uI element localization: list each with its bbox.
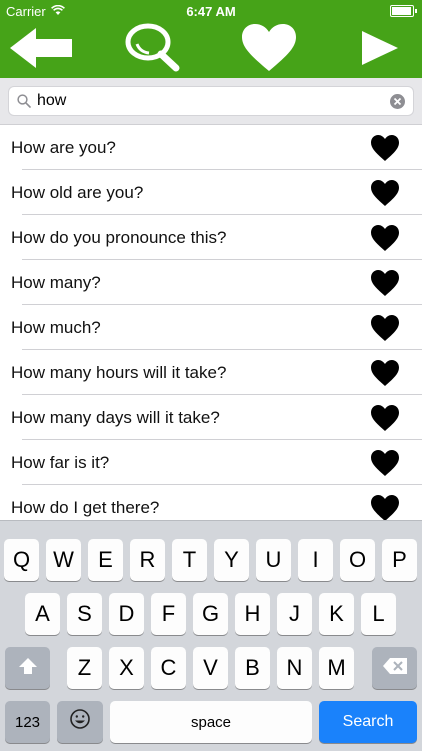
search-field (8, 86, 414, 116)
key-s[interactable]: S (67, 593, 102, 635)
heart-icon[interactable] (370, 179, 400, 212)
emoji-icon (69, 708, 91, 736)
key-u[interactable]: U (256, 539, 291, 581)
heart-icon[interactable] (370, 224, 400, 257)
key-v[interactable]: V (193, 647, 228, 689)
phrase-row[interactable]: How much? (0, 305, 422, 350)
key-x[interactable]: X (109, 647, 144, 689)
phrase-row[interactable]: How many? (0, 260, 422, 305)
key-l[interactable]: L (361, 593, 396, 635)
status-time: 6:47 AM (186, 4, 236, 19)
phrase-text: How much? (11, 318, 101, 337)
shift-icon (18, 655, 38, 681)
phrase-text: How many? (11, 273, 101, 292)
search-mode-button[interactable] (118, 22, 188, 78)
battery-level-fill (392, 7, 411, 15)
key-z[interactable]: Z (67, 647, 102, 689)
phrase-row[interactable]: How old are you? (0, 170, 422, 215)
key-d[interactable]: D (109, 593, 144, 635)
key-w[interactable]: W (46, 539, 81, 581)
shift-key[interactable] (5, 647, 50, 689)
search-key[interactable]: Search (319, 701, 417, 743)
back-button[interactable] (6, 22, 76, 78)
search-icon (17, 94, 31, 113)
heart-icon[interactable] (370, 134, 400, 167)
key-a[interactable]: A (25, 593, 60, 635)
status-bar: Carrier 6:47 AM (0, 0, 422, 22)
phrase-row[interactable]: How do I get there? (0, 485, 422, 520)
heart-icon[interactable] (370, 269, 400, 302)
search-bar (0, 78, 422, 125)
phrase-text: How do you pronounce this? (11, 228, 227, 247)
key-e[interactable]: E (88, 539, 123, 581)
phrase-row[interactable]: How many hours will it take? (0, 350, 422, 395)
numbers-key-label: 123 (14, 713, 41, 731)
phrase-text: How do I get there? (11, 498, 160, 517)
space-key[interactable]: space (110, 701, 312, 743)
heart-icon[interactable] (370, 314, 400, 347)
phrase-text: How far is it? (11, 453, 110, 472)
phrase-text: How are you? (11, 138, 116, 157)
phrase-list: How are you? How old are you? How do you p… (0, 125, 422, 520)
space-key-label: space (190, 713, 232, 731)
search-key-label: Search (342, 713, 394, 730)
heart-icon[interactable] (370, 359, 400, 392)
search-input[interactable] (37, 90, 377, 112)
phrase-text: How old are you? (11, 183, 144, 202)
phrase-row[interactable]: How do you pronounce this? (0, 215, 422, 260)
key-i[interactable]: I (298, 539, 333, 581)
key-c[interactable]: C (151, 647, 186, 689)
heart-icon[interactable] (370, 449, 400, 482)
clear-icon[interactable] (390, 94, 405, 109)
favorites-button[interactable] (234, 22, 304, 78)
phrase-row[interactable]: How are you? (0, 125, 422, 170)
backspace-icon (382, 655, 408, 681)
play-button[interactable] (352, 22, 408, 78)
key-y[interactable]: Y (214, 539, 249, 581)
key-q[interactable]: Q (4, 539, 39, 581)
key-p[interactable]: P (382, 539, 417, 581)
key-j[interactable]: J (277, 593, 312, 635)
battery-icon (390, 5, 417, 17)
keyboard: QWERTYUIOP ASDFGHJKL ZXCVBNM 123 space S… (0, 520, 422, 751)
key-g[interactable]: G (193, 593, 228, 635)
heart-icon (240, 23, 298, 78)
heart-icon[interactable] (370, 404, 400, 437)
key-k[interactable]: K (319, 593, 354, 635)
magnifier-icon (122, 22, 184, 79)
heart-icon[interactable] (370, 494, 400, 520)
play-icon (360, 29, 400, 72)
nav-bar (0, 22, 422, 78)
emoji-key[interactable] (57, 701, 103, 743)
key-b[interactable]: B (235, 647, 270, 689)
phrase-text: How many days will it take? (11, 408, 220, 427)
key-h[interactable]: H (235, 593, 270, 635)
arrow-left-icon (8, 26, 74, 75)
key-o[interactable]: O (340, 539, 375, 581)
numbers-key[interactable]: 123 (5, 701, 50, 743)
phrase-text: How many hours will it take? (11, 363, 227, 382)
key-m[interactable]: M (319, 647, 354, 689)
phrase-row[interactable]: How many days will it take? (0, 395, 422, 440)
key-t[interactable]: T (172, 539, 207, 581)
key-r[interactable]: R (130, 539, 165, 581)
key-f[interactable]: F (151, 593, 186, 635)
key-n[interactable]: N (277, 647, 312, 689)
delete-key[interactable] (372, 647, 417, 689)
phrase-row[interactable]: How far is it? (0, 440, 422, 485)
